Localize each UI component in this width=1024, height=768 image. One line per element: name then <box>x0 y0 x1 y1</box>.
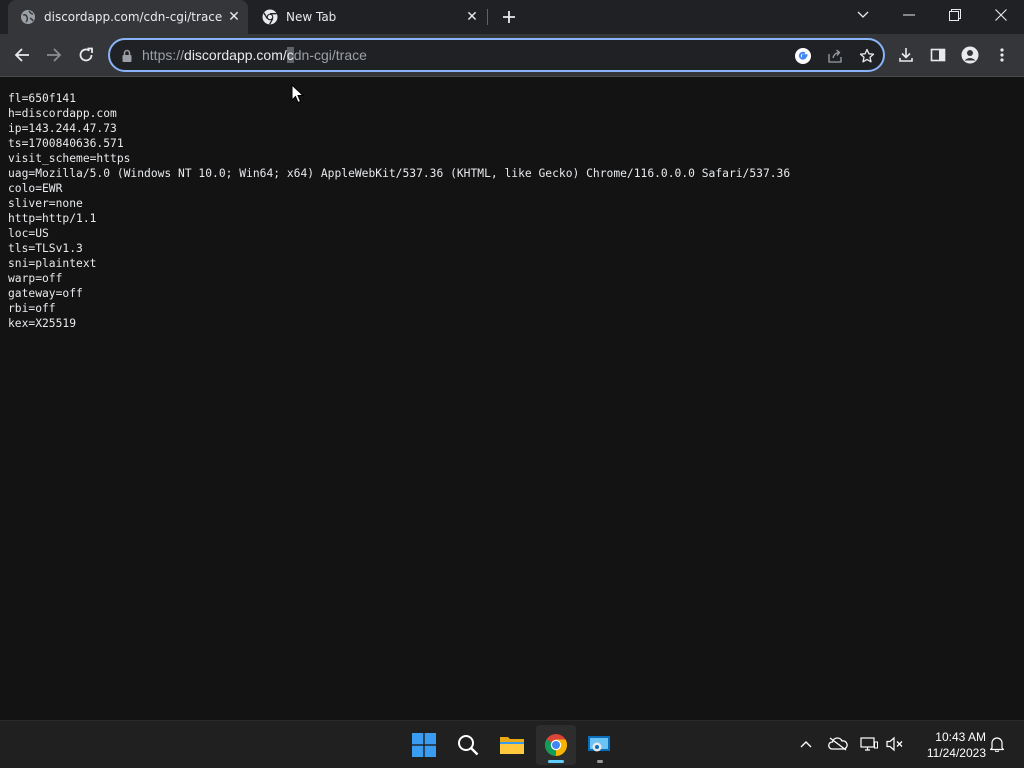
trace-line: sliver=none <box>8 197 83 210</box>
kebab-menu-icon <box>1000 48 1004 62</box>
page-content: fl=650f141 h=discordapp.com ip=143.244.4… <box>0 78 1024 720</box>
start-button[interactable] <box>404 725 444 765</box>
profile-avatar-icon <box>961 46 979 64</box>
close-icon <box>995 9 1007 21</box>
show-hidden-icons-button[interactable] <box>795 733 817 755</box>
trace-line: ip=143.244.47.73 <box>8 122 117 135</box>
tab-separator <box>487 9 488 25</box>
side-panel-icon <box>930 48 946 62</box>
trace-line: visit_scheme=https <box>8 152 131 165</box>
file-explorer-icon <box>500 737 524 754</box>
volume-tray-button[interactable] <box>884 733 906 755</box>
close-tab-icon[interactable]: ✕ <box>224 7 244 27</box>
trace-line: warp=off <box>8 272 63 285</box>
close-tab-icon[interactable]: ✕ <box>462 7 482 27</box>
taskbar: 10:43 AM 11/24/2023 <box>0 720 1024 768</box>
url-host: discordapp.com/ <box>184 47 287 63</box>
remote-desktop-icon <box>588 736 610 752</box>
chevron-up-icon <box>800 741 812 748</box>
clock-date: 11/24/2023 <box>926 746 986 760</box>
trace-line: rbi=off <box>8 302 56 315</box>
trace-line: h=discordapp.com <box>8 107 117 120</box>
downloads-button[interactable] <box>892 41 920 69</box>
bell-icon <box>990 737 1004 752</box>
google-lens-icon[interactable] <box>794 47 812 65</box>
notifications-button[interactable] <box>986 733 1008 755</box>
chevron-down-icon <box>857 11 869 18</box>
url-text-selection: c <box>286 47 294 63</box>
trace-line: gateway=off <box>8 287 83 300</box>
start-icon <box>412 733 436 757</box>
trace-line: kex=X25519 <box>8 317 77 330</box>
share-icon[interactable] <box>826 47 844 65</box>
network-tray-button[interactable] <box>858 733 880 755</box>
address-bar[interactable]: https://discordapp.com/cdn-cgi/trace <box>108 38 885 72</box>
clock-time: 10:43 AM <box>935 730 986 744</box>
volume-muted-icon <box>886 736 903 752</box>
chrome-taskbar-button[interactable] <box>536 725 576 765</box>
minimize-button[interactable] <box>886 0 932 30</box>
tab-search-button[interactable] <box>840 0 886 30</box>
back-button[interactable] <box>8 41 36 69</box>
onedrive-tray-button[interactable] <box>827 733 849 755</box>
search-icon <box>458 735 479 756</box>
arrow-right-icon <box>47 48 62 62</box>
menu-button[interactable] <box>988 41 1016 69</box>
globe-icon <box>20 9 36 25</box>
mouse-pointer-icon <box>291 84 304 104</box>
trace-line: loc=US <box>8 227 49 240</box>
new-tab-button[interactable] <box>498 6 520 28</box>
tab-strip: discordapp.com/cdn-cgi/trace ✕ New Tab ✕ <box>0 0 1024 34</box>
trace-line: tls=TLSv1.3 <box>8 242 83 255</box>
running-app-indicator <box>597 760 603 763</box>
network-icon <box>860 737 878 751</box>
trace-line: colo=EWR <box>8 182 63 195</box>
file-explorer-button[interactable] <box>492 725 532 765</box>
url-scheme: https:// <box>142 47 185 63</box>
chrome-icon <box>545 734 567 756</box>
reload-icon <box>79 47 93 62</box>
side-panel-button[interactable] <box>924 41 952 69</box>
trace-line: fl=650f141 <box>8 92 77 105</box>
profile-button[interactable] <box>956 41 984 69</box>
reload-button[interactable] <box>72 41 100 69</box>
forward-button[interactable] <box>40 41 68 69</box>
minimize-icon <box>903 14 915 16</box>
trace-line: ts=1700840636.571 <box>8 137 124 150</box>
active-app-indicator <box>548 760 564 763</box>
trace-line: uag=Mozilla/5.0 (Windows NT 10.0; Win64;… <box>8 167 791 180</box>
restore-icon <box>949 9 961 21</box>
cloud-offline-icon <box>828 737 848 751</box>
trace-output: fl=650f141 h=discordapp.com ip=143.244.4… <box>8 91 790 331</box>
tab-title: New Tab <box>286 10 337 24</box>
bookmark-star-icon[interactable] <box>858 47 876 65</box>
system-clock[interactable]: 10:43 AM 11/24/2023 <box>912 729 986 761</box>
restore-button[interactable] <box>932 0 978 30</box>
url-text[interactable]: https://discordapp.com/cdn-cgi/trace <box>142 47 367 63</box>
trace-line: sni=plaintext <box>8 257 97 270</box>
trace-line: http=http/1.1 <box>8 212 97 225</box>
lock-icon[interactable] <box>120 48 134 62</box>
arrow-left-icon <box>14 48 29 62</box>
chrome-icon <box>262 9 278 25</box>
browser-toolbar: https://discordapp.com/cdn-cgi/trace <box>0 34 1024 77</box>
close-window-button[interactable] <box>978 0 1024 30</box>
tab-title: discordapp.com/cdn-cgi/trace <box>44 10 223 24</box>
download-icon <box>899 48 913 62</box>
remote-desktop-button[interactable] <box>580 725 620 765</box>
url-path: dn-cgi/trace <box>293 47 367 63</box>
tab-discordapp-trace[interactable]: discordapp.com/cdn-cgi/trace ✕ <box>8 0 248 34</box>
taskbar-search-button[interactable] <box>448 725 488 765</box>
plus-icon <box>503 11 515 23</box>
tab-new-tab[interactable]: New Tab ✕ <box>250 0 486 34</box>
